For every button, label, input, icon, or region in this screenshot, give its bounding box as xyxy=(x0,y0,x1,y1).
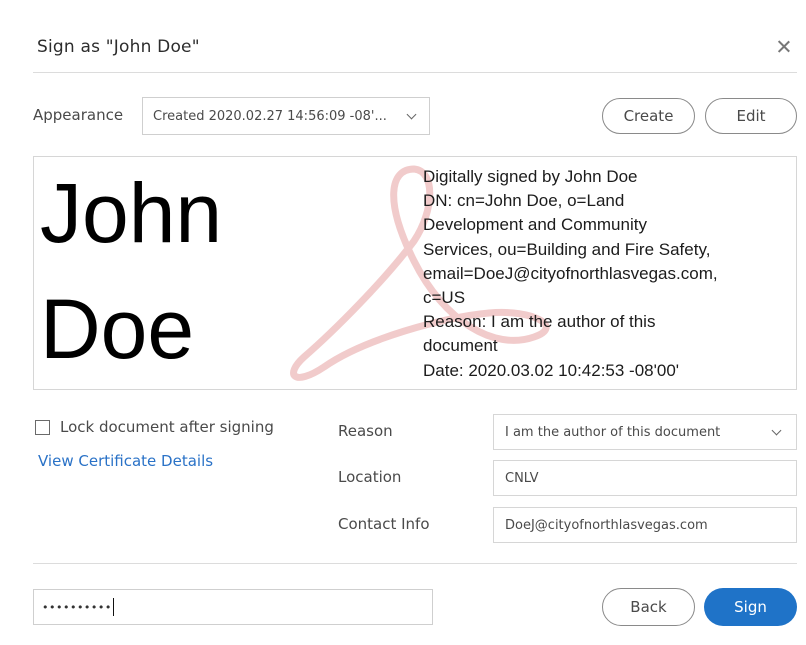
signature-detail-line: Development and Community xyxy=(423,215,647,235)
location-field[interactable]: CNLV xyxy=(493,460,797,496)
signature-detail-line: Digitally signed by John Doe xyxy=(423,167,638,186)
reason-label: Reason xyxy=(338,422,393,440)
contact-info-field[interactable]: DoeJ@cityofnorthlasvegas.com xyxy=(493,507,797,543)
contact-info-label: Contact Info xyxy=(338,515,430,533)
signature-name-line-2: Doe xyxy=(40,282,195,376)
footer-divider xyxy=(33,563,797,564)
back-button[interactable]: Back xyxy=(602,588,695,626)
appearance-selected-value: Created 2020.02.27 14:56:09 -08'... xyxy=(153,108,387,124)
signature-detail-line: c=US xyxy=(423,288,466,308)
reason-value: I am the author of this document xyxy=(505,424,721,440)
signature-detail-line: document xyxy=(423,336,498,356)
view-certificate-details-link[interactable]: View Certificate Details xyxy=(38,452,213,470)
signature-detail-line: Date: 2020.03.02 10:42:53 -08'00' xyxy=(423,360,680,380)
chevron-down-icon xyxy=(771,425,782,436)
appearance-select[interactable]: Created 2020.02.27 14:56:09 -08'... xyxy=(142,97,430,135)
lock-document-option[interactable]: Lock document after signing xyxy=(35,418,274,436)
close-icon[interactable] xyxy=(772,36,796,60)
signature-name-line-1: John xyxy=(40,166,223,260)
reason-select[interactable]: I am the author of this document xyxy=(493,414,797,450)
appearance-label: Appearance xyxy=(33,106,124,124)
location-label: Location xyxy=(338,468,402,486)
contact-info-value: DoeJ@cityofnorthlasvegas.com xyxy=(505,517,708,533)
signature-details: Digitally signed by John Doe DN: cn=John… xyxy=(423,165,795,383)
signature-preview: John Doe Digitally signed by John Doe DN… xyxy=(33,156,797,390)
password-field[interactable]: •••••••••• xyxy=(33,589,433,625)
signature-detail-line: Reason: I am the author of this xyxy=(423,312,656,332)
signature-detail-line: email=DoeJ@cityofnorthlasvegas.com, xyxy=(423,263,718,283)
sign-button[interactable]: Sign xyxy=(704,588,797,626)
header-divider xyxy=(33,72,797,73)
signature-detail-line: Services, ou=Building and Fire Safety, xyxy=(423,239,711,259)
dialog-title: Sign as "John Doe" xyxy=(37,37,200,57)
create-button[interactable]: Create xyxy=(602,98,695,134)
lock-document-checkbox[interactable] xyxy=(35,419,50,435)
lock-document-label: Lock document after signing xyxy=(60,418,274,436)
password-value: •••••••••• xyxy=(42,600,112,614)
edit-button[interactable]: Edit xyxy=(705,98,797,134)
signature-detail-line: DN: cn=John Doe, o=Land xyxy=(423,191,625,211)
chevron-down-icon xyxy=(406,109,417,120)
text-caret xyxy=(112,598,114,616)
location-value: CNLV xyxy=(505,470,539,486)
